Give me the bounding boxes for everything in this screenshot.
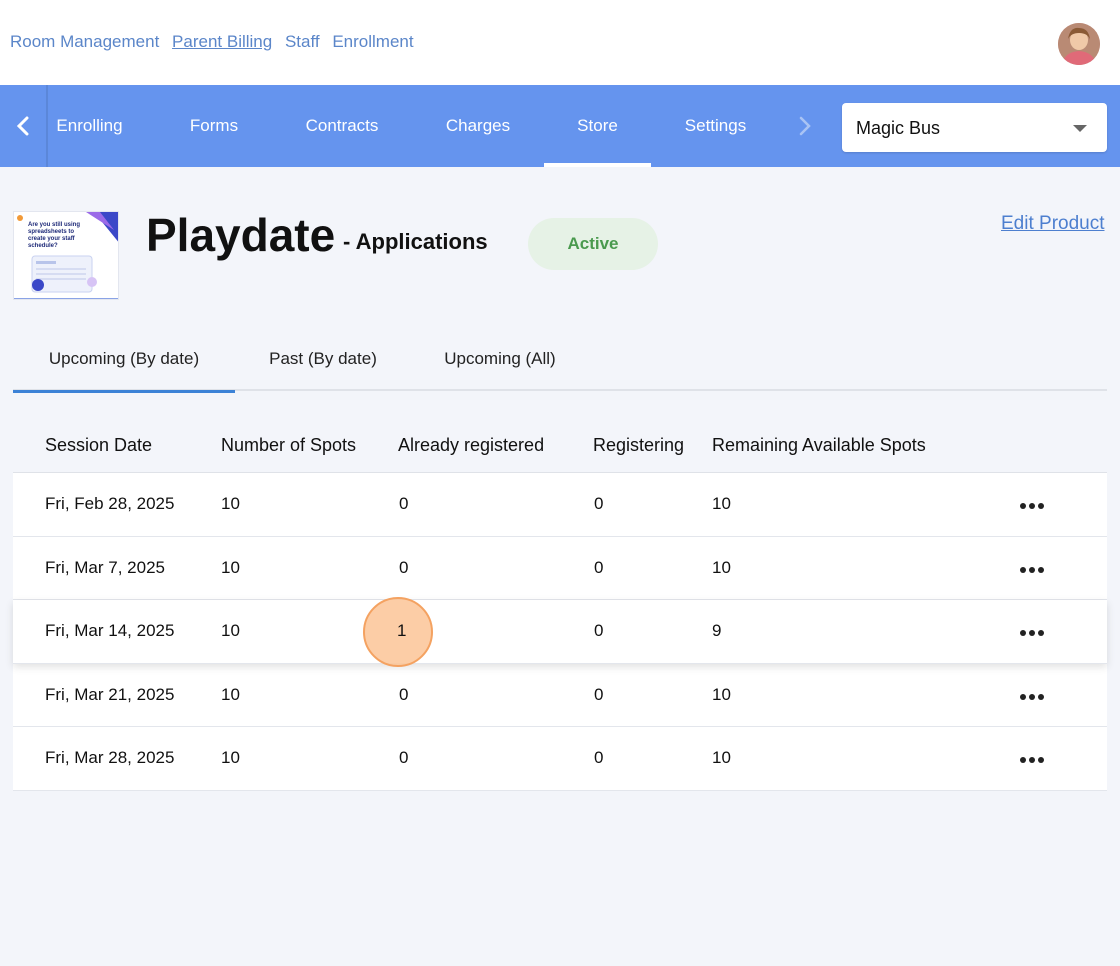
link-parent-billing[interactable]: Parent Billing: [172, 32, 272, 51]
cell-registering: 0: [594, 494, 604, 513]
nav-tab-forms[interactable]: Forms: [182, 85, 246, 167]
product-title: Playdate: [146, 209, 336, 261]
table-row[interactable]: Fri, Mar 21, 2025 10 0 0 10: [13, 663, 1107, 727]
nav-scroll-left-button[interactable]: [0, 85, 48, 167]
header-number-of-spots[interactable]: Number of Spots: [221, 435, 356, 456]
top-bar: Room Management Parent Billing Staff Enr…: [0, 0, 1120, 85]
header-registering[interactable]: Registering: [593, 435, 684, 456]
svg-text:Are you still using: Are you still using: [28, 222, 80, 228]
header-remaining-spots[interactable]: Remaining Available Spots: [712, 435, 926, 456]
tab-upcoming-by-date[interactable]: Upcoming (By date): [13, 330, 235, 393]
cell-session-date: Fri, Mar 14, 2025: [45, 621, 175, 640]
cell-remaining-spots: 10: [712, 494, 731, 513]
cell-already-registered: 0: [399, 684, 409, 704]
more-options-icon[interactable]: [1020, 693, 1044, 700]
svg-text:schedule?: schedule?: [28, 243, 58, 249]
sessions-table: Session Date Number of Spots Already reg…: [13, 421, 1107, 791]
center-select-value: Magic Bus: [856, 118, 941, 138]
cell-session-date: Fri, Feb 28, 2025: [45, 494, 175, 513]
link-staff[interactable]: Staff: [285, 32, 320, 51]
cell-number-of-spots: 10: [221, 621, 240, 640]
cell-registering: 0: [594, 684, 604, 704]
cell-remaining-spots: 10: [712, 748, 731, 767]
link-room-management[interactable]: Room Management: [10, 32, 159, 51]
more-options-icon[interactable]: [1020, 630, 1044, 636]
nav-tab-settings[interactable]: Settings: [678, 85, 753, 167]
chevron-right-icon: [799, 116, 811, 136]
caret-down-icon: [1073, 125, 1087, 132]
header-session-date[interactable]: Session Date: [45, 435, 152, 456]
cell-remaining-spots: 9: [712, 621, 722, 640]
center-select[interactable]: Magic Bus: [842, 103, 1107, 152]
cell-session-date: Fri, Mar 21, 2025: [45, 684, 175, 704]
product-thumbnail: Are you still using spreadsheets to crea…: [13, 211, 119, 300]
cell-number-of-spots: 10: [221, 684, 240, 704]
table-row[interactable]: Fri, Mar 28, 2025 10 0 0 10: [13, 727, 1107, 791]
cell-registering: 0: [594, 621, 604, 640]
link-enrollment[interactable]: Enrollment: [332, 32, 413, 51]
table-row[interactable]: Fri, Mar 7, 2025 10 0 0 10: [13, 536, 1107, 600]
tab-past-by-date[interactable]: Past (By date): [253, 330, 393, 391]
more-options-icon[interactable]: [1020, 503, 1044, 509]
tab-upcoming-all[interactable]: Upcoming (All): [429, 330, 571, 391]
cell-remaining-spots: 10: [712, 557, 731, 577]
edit-product-link[interactable]: Edit Product: [1001, 213, 1105, 235]
cell-registering: 0: [594, 748, 604, 767]
cell-already-registered: 0: [399, 494, 409, 513]
cell-session-date: Fri, Mar 7, 2025: [45, 557, 165, 577]
avatar[interactable]: [1058, 23, 1100, 65]
session-tabs: Upcoming (By date) Past (By date) Upcomi…: [13, 330, 1107, 393]
nav-tab-enrolling[interactable]: Enrolling: [54, 85, 125, 167]
chevron-left-icon: [16, 116, 29, 136]
svg-text:create your staff: create your staff: [28, 236, 76, 242]
nav-tab-contracts[interactable]: Contracts: [298, 85, 386, 167]
cell-session-date: Fri, Mar 28, 2025: [45, 748, 175, 767]
cell-remaining-spots: 10: [712, 684, 731, 704]
main-nav: Enrolling Forms Contracts Charges Store …: [0, 85, 1120, 167]
cell-already-registered: 0: [399, 748, 409, 767]
product-subtitle: - Applications: [343, 229, 488, 254]
table-row[interactable]: Fri, Feb 28, 2025 10 0 0 10: [13, 473, 1107, 537]
svg-text:spreadsheets to: spreadsheets to: [28, 229, 74, 235]
more-options-icon[interactable]: [1020, 757, 1044, 763]
cell-number-of-spots: 10: [221, 748, 240, 767]
cell-already-registered: 0: [399, 557, 409, 577]
table-row[interactable]: Fri, Mar 14, 2025 10 1 0 9: [13, 597, 1107, 667]
header-already-registered[interactable]: Already registered: [398, 435, 544, 456]
status-badge: Active: [528, 218, 658, 270]
cell-number-of-spots: 10: [221, 557, 240, 577]
table-header: Session Date Number of Spots Already reg…: [13, 421, 1107, 473]
nav-scroll-right-button[interactable]: [790, 85, 820, 167]
cell-number-of-spots: 10: [221, 494, 240, 513]
nav-tab-charges[interactable]: Charges: [438, 85, 518, 167]
more-options-icon[interactable]: [1020, 566, 1044, 573]
cell-registering: 0: [594, 557, 604, 577]
nav-tab-store[interactable]: Store: [544, 85, 651, 167]
cell-already-registered[interactable]: 1: [397, 621, 406, 641]
top-links: Room Management Parent Billing Staff Enr…: [10, 32, 422, 52]
